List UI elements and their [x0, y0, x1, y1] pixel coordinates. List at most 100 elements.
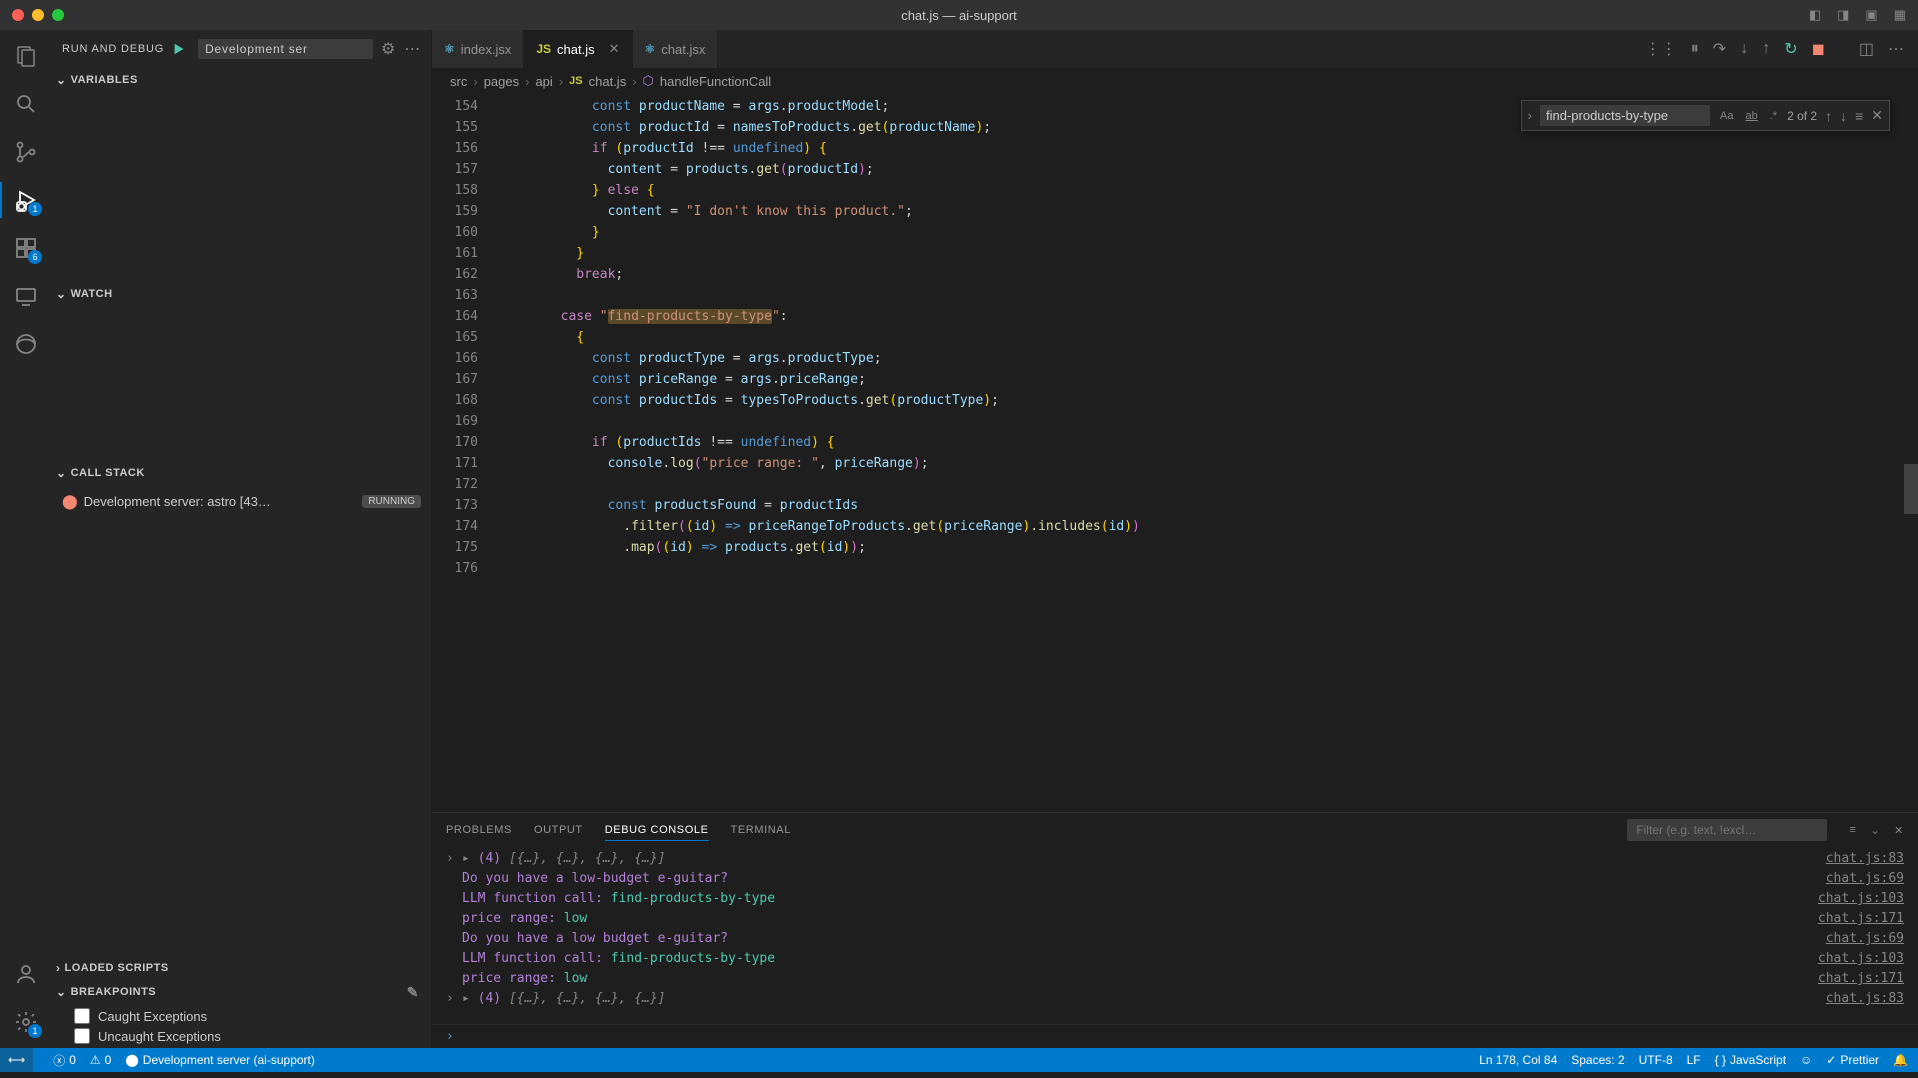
debug-config-select[interactable]: Development ser — [198, 39, 373, 59]
search-icon[interactable] — [12, 90, 40, 118]
breadcrumb-pages[interactable]: pages — [484, 74, 519, 89]
debug-console-output[interactable]: › ▸ (4) [{…}, {…}, {…}, {…}] chat.js:83 … — [432, 847, 1918, 1024]
breadcrumb-function[interactable]: handleFunctionCall — [660, 74, 771, 89]
tab-problems[interactable]: Problems — [446, 820, 512, 840]
find-next-icon[interactable]: ↓ — [1840, 108, 1847, 124]
source-control-icon[interactable] — [12, 138, 40, 166]
breadcrumb-file[interactable]: chat.js — [589, 74, 627, 89]
clear-console-icon[interactable]: ≡ — [1849, 824, 1856, 837]
tab-chat-jsx[interactable]: ⚛ chat.jsx — [633, 30, 719, 68]
collapse-panel-icon[interactable]: ⌄ — [1870, 824, 1880, 837]
console-filter-input[interactable] — [1627, 819, 1827, 841]
step-over-button[interactable]: ↷ — [1713, 39, 1726, 59]
code-editor[interactable]: const productName = args.productModel; c… — [498, 94, 1918, 812]
run-debug-icon[interactable]: 1 — [12, 186, 40, 214]
source-link[interactable]: chat.js:171 — [1798, 909, 1904, 929]
debug-badge: 1 — [28, 202, 42, 216]
debug-server-status[interactable]: ⬤ Development server (ai-support) — [125, 1053, 315, 1067]
close-window-button[interactable] — [12, 9, 24, 21]
minimize-window-button[interactable] — [32, 9, 44, 21]
toggle-panel-icon[interactable]: ◨ — [1837, 7, 1849, 23]
activity-bar: 1 6 1 — [0, 30, 52, 1048]
feedback-icon[interactable]: ☺ — [1800, 1053, 1812, 1067]
regex-icon[interactable]: .* — [1768, 108, 1779, 124]
split-editor-icon[interactable]: ◫ — [1859, 39, 1874, 59]
start-debug-button[interactable] — [172, 40, 190, 58]
stop-button[interactable]: ◼ — [1812, 39, 1825, 59]
expand-find-icon[interactable]: › — [1528, 108, 1532, 123]
tab-output[interactable]: Output — [534, 820, 583, 840]
caught-checkbox[interactable] — [74, 1008, 90, 1024]
find-prev-icon[interactable]: ↑ — [1825, 108, 1832, 124]
source-link[interactable]: chat.js:69 — [1806, 929, 1904, 949]
source-link[interactable]: chat.js:69 — [1806, 869, 1904, 889]
close-panel-icon[interactable]: ✕ — [1894, 824, 1904, 837]
editor-tabs: ⚛ index.jsx JS chat.js ✕ ⚛ chat.jsx ⋮⋮ ⏸… — [432, 30, 1918, 68]
edit-icon[interactable]: ✎ — [407, 984, 419, 1001]
more-actions-icon[interactable]: ⋯ — [1888, 39, 1904, 59]
source-link[interactable]: chat.js:171 — [1798, 969, 1904, 989]
variables-header[interactable]: ⌄ VARIABLES — [52, 68, 431, 92]
scroll-thumb[interactable] — [1904, 464, 1918, 514]
callstack-item[interactable]: ⬤ Development server: astro [43… RUNNING — [52, 489, 431, 514]
source-link[interactable]: chat.js:103 — [1798, 889, 1904, 909]
minimap[interactable] — [1904, 94, 1918, 812]
tab-debug-console[interactable]: Debug Console — [605, 820, 709, 841]
language-mode[interactable]: { } JavaScript — [1715, 1053, 1786, 1067]
drag-handle-icon[interactable]: ⋮⋮ — [1645, 39, 1677, 59]
source-link[interactable]: chat.js:103 — [1798, 949, 1904, 969]
breadcrumb-src[interactable]: src — [450, 74, 467, 89]
find-input[interactable] — [1540, 105, 1710, 126]
accounts-icon[interactable] — [12, 960, 40, 988]
explorer-icon[interactable] — [12, 42, 40, 70]
breadcrumb-api[interactable]: api — [535, 74, 552, 89]
breakpoints-header[interactable]: ⌄ BREAKPOINTS ✎ — [52, 980, 431, 1004]
expand-object-icon[interactable]: › — [446, 989, 462, 1009]
pause-button[interactable]: ⏸ — [1691, 40, 1699, 58]
callstack-header[interactable]: ⌄ CALL STACK — [52, 461, 431, 485]
watch-header[interactable]: ⌄ WATCH — [52, 282, 431, 306]
breadcrumb[interactable]: src › pages › api › JS chat.js › ⬡ handl… — [432, 68, 1918, 94]
restart-button[interactable]: ↻ — [1784, 39, 1797, 59]
step-into-button[interactable]: ↓ — [1740, 40, 1748, 58]
source-link[interactable]: chat.js:83 — [1806, 989, 1904, 1009]
encoding[interactable]: UTF-8 — [1639, 1053, 1673, 1067]
breakpoint-uncaught[interactable]: Uncaught Exceptions — [52, 1026, 431, 1046]
debug-sidebar: RUN AND DEBUG Development ser ⚙ ⋯ ⌄ VARI… — [52, 30, 432, 1048]
customize-layout-icon[interactable]: ▦ — [1894, 7, 1906, 23]
whole-word-icon[interactable]: ab — [1743, 108, 1759, 124]
eol[interactable]: LF — [1687, 1053, 1701, 1067]
edge-icon[interactable] — [12, 330, 40, 358]
chevron-down-icon: ⌄ — [56, 985, 67, 999]
tab-terminal[interactable]: Terminal — [731, 820, 791, 840]
extensions-icon[interactable]: 6 — [12, 234, 40, 262]
toggle-primary-sidebar-icon[interactable]: ◧ — [1809, 7, 1821, 23]
toggle-secondary-sidebar-icon[interactable]: ▣ — [1865, 7, 1877, 23]
remote-icon[interactable] — [12, 282, 40, 310]
debug-settings-icon[interactable]: ⚙ — [381, 39, 396, 59]
bottom-panel: Problems Output Debug Console Terminal ≡… — [432, 812, 1918, 1048]
indentation[interactable]: Spaces: 2 — [1571, 1053, 1624, 1067]
step-out-button[interactable]: ↑ — [1762, 40, 1770, 58]
find-selection-icon[interactable]: ≡ — [1855, 108, 1863, 124]
expand-object-icon[interactable]: › — [446, 849, 462, 869]
debug-more-icon[interactable]: ⋯ — [404, 39, 421, 59]
prettier-status[interactable]: ✓ Prettier — [1826, 1053, 1879, 1067]
remote-indicator[interactable]: ⟷ — [0, 1048, 33, 1072]
tab-chat-js[interactable]: JS chat.js ✕ — [524, 30, 632, 68]
errors-count[interactable]: ⓧ 0 — [53, 1052, 76, 1069]
notifications-icon[interactable]: 🔔 — [1893, 1053, 1908, 1067]
tab-index-jsx[interactable]: ⚛ index.jsx — [432, 30, 524, 68]
settings-gear-icon[interactable]: 1 — [12, 1008, 40, 1036]
loaded-scripts-header[interactable]: › LOADED SCRIPTS — [52, 956, 431, 980]
match-case-icon[interactable]: Aa — [1718, 108, 1735, 124]
source-link[interactable]: chat.js:83 — [1806, 849, 1904, 869]
warnings-count[interactable]: ⚠ 0 — [90, 1053, 111, 1067]
close-find-icon[interactable]: ✕ — [1871, 107, 1883, 124]
maximize-window-button[interactable] — [52, 9, 64, 21]
uncaught-checkbox[interactable] — [74, 1028, 90, 1044]
close-tab-icon[interactable]: ✕ — [609, 41, 620, 57]
window-title: chat.js — ai-support — [901, 8, 1017, 23]
cursor-position[interactable]: Ln 178, Col 84 — [1479, 1053, 1557, 1067]
breakpoint-caught[interactable]: Caught Exceptions — [52, 1006, 431, 1026]
